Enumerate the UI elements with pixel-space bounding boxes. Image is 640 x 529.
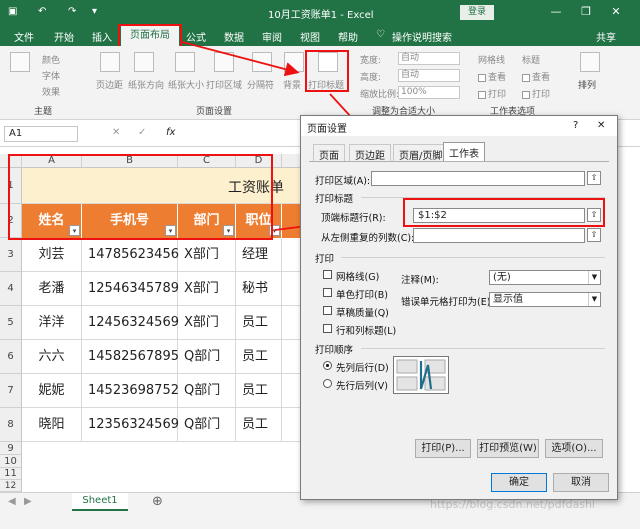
chevron-down-icon: ▼ <box>588 293 600 306</box>
draft-checkbox-label: 草稿质量(Q) <box>336 308 389 319</box>
headings-checkbox-label: 行和列标题(L) <box>336 326 397 337</box>
headings-checkbox[interactable] <box>323 324 332 333</box>
options-button[interactable]: 选项(O)... <box>545 439 603 458</box>
ok-button[interactable]: 确定 <box>491 473 547 492</box>
print-area-picker-icon[interactable]: ⇧ <box>587 171 601 185</box>
print-section: 打印 <box>315 254 335 265</box>
highlight-top-rows <box>403 198 605 227</box>
down-then-over-label: 先列后行(D) <box>336 363 389 374</box>
dialog-tab-sheet[interactable]: 工作表 <box>443 142 485 161</box>
top-rows-label: 顶端标题行(R): <box>321 213 386 224</box>
section-line <box>341 257 605 258</box>
dialog-tab-header-footer[interactable]: 页眉/页脚 <box>393 144 449 162</box>
print-button[interactable]: 打印(P)... <box>415 439 471 458</box>
gridlines-checkbox[interactable] <box>323 270 332 279</box>
errors-select-value: 显示值 <box>493 294 523 305</box>
print-area-input[interactable] <box>371 171 585 186</box>
draft-checkbox[interactable] <box>323 306 332 315</box>
order-section: 打印顺序 <box>315 345 354 356</box>
errors-select[interactable]: 显示值 ▼ <box>489 292 601 307</box>
over-then-down-label: 先行后列(V) <box>336 381 388 392</box>
errors-label: 错误单元格打印为(E): <box>401 297 494 308</box>
arrow-tab-to-button <box>181 41 300 77</box>
print-order-preview-icon <box>393 356 449 394</box>
comments-select[interactable]: (无) ▼ <box>489 270 601 285</box>
cancel-button[interactable]: 取消 <box>553 473 609 492</box>
dialog-title: 页面设置 <box>307 124 347 135</box>
print-preview-button[interactable]: 打印预览(W) <box>477 439 539 458</box>
left-cols-input[interactable] <box>413 228 585 243</box>
print-titles-section: 打印标题 <box>315 194 354 205</box>
dialog-tab-margins[interactable]: 页边距 <box>349 144 391 162</box>
print-area-label: 打印区域(A): <box>315 176 371 187</box>
over-then-down-radio[interactable] <box>323 379 332 388</box>
left-cols-picker-icon[interactable]: ⇧ <box>587 228 601 242</box>
gridlines-checkbox-label: 网格线(G) <box>336 272 380 283</box>
dialog-titlebar: 页面设置 ? ✕ <box>301 116 617 136</box>
tab-divider <box>309 161 609 162</box>
mono-checkbox[interactable] <box>323 288 332 297</box>
dialog-help-button[interactable]: ? <box>573 120 578 131</box>
page-setup-dialog: 页面设置 ? ✕ 页面 页边距 页眉/页脚 工作表 打印区域(A): ⇧ 打印标… <box>300 115 618 500</box>
comments-select-value: (无) <box>493 272 511 283</box>
chevron-down-icon: ▼ <box>588 271 600 284</box>
section-line <box>361 348 605 349</box>
dialog-tab-page[interactable]: 页面 <box>313 144 345 162</box>
mono-checkbox-label: 单色打印(B) <box>336 290 388 301</box>
dialog-close-button[interactable]: ✕ <box>597 120 605 131</box>
comments-label: 注释(M): <box>401 275 439 286</box>
left-cols-label: 从左侧重复的列数(C): <box>321 233 415 244</box>
down-then-over-radio[interactable] <box>323 361 332 370</box>
